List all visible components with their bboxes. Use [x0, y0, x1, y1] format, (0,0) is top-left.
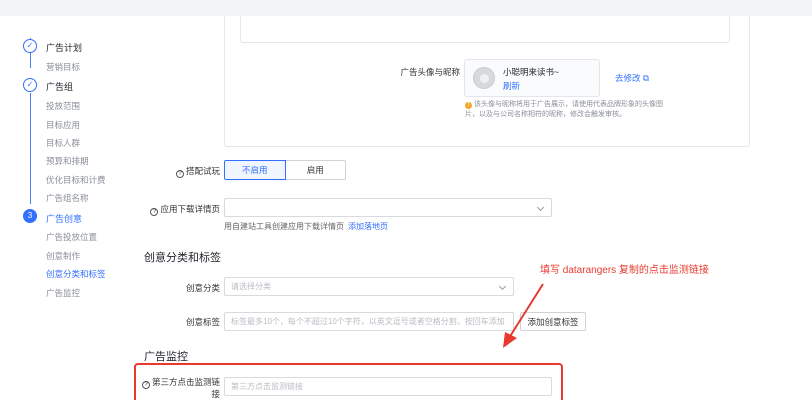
avatar-label: 广告头像与昵称: [400, 67, 460, 77]
tags-placeholder: 标签最多10个，每个不超过10个字符，以英文逗号或者空格分割，按回车添加: [231, 317, 505, 326]
download-page-helper-text: 用自建站工具创建应用下载详情页: [224, 222, 344, 231]
step-connector: [30, 93, 31, 204]
step-ad-creative[interactable]: 广告创意: [46, 212, 82, 225]
substep-marketing-goal[interactable]: 营销目标: [46, 61, 80, 73]
steps-nav: [0, 16, 130, 400]
download-page-label: ? 应用下载详情页: [130, 203, 220, 216]
category-select[interactable]: 请选择分类: [224, 277, 514, 296]
check-icon: ✓: [23, 39, 37, 53]
step-number-icon: 3: [23, 209, 37, 223]
trial-play-label: ? 搭配试玩: [150, 165, 220, 178]
tags-label: 创意标签: [185, 317, 220, 327]
monitor-section-title: 广告监控: [144, 351, 188, 363]
category-placeholder: 请选择分类: [231, 282, 271, 291]
refresh-link[interactable]: 刷新: [503, 80, 520, 92]
trial-play-toggle: 不启用 启用: [224, 160, 346, 180]
download-page-label-text: 应用下载详情页: [160, 204, 220, 214]
edit-avatar-link[interactable]: 去修改 ⧉: [615, 72, 649, 84]
substep-creative-production[interactable]: 创意制作: [46, 250, 80, 262]
top-bar: [0, 0, 812, 16]
download-page-select[interactable]: [224, 198, 552, 217]
annotation-text: 填写 datarangers 复制的点击监测链接: [540, 265, 709, 276]
step-ad-group[interactable]: 广告组: [46, 80, 73, 93]
substep-optimization-billing[interactable]: 优化目标和计费: [46, 174, 106, 186]
download-page-helper: 用自建站工具创建应用下载详情页 添加落地页: [224, 221, 388, 232]
substep-delivery-scope[interactable]: 投放范围: [46, 100, 80, 112]
substep-ad-monitoring[interactable]: 广告监控: [46, 287, 80, 299]
substep-target-app[interactable]: 目标应用: [46, 119, 80, 131]
question-icon: ?: [175, 170, 184, 178]
add-landing-page-link[interactable]: 添加落地页: [348, 222, 388, 231]
external-link-icon: ⧉: [642, 73, 649, 83]
chevron-down-icon: [536, 203, 545, 212]
annotation-arrow: [503, 283, 544, 348]
category-label: 创意分类: [185, 283, 220, 293]
substep-target-audience[interactable]: 目标人群: [46, 137, 80, 149]
trial-play-enable-button[interactable]: 启用: [285, 160, 346, 180]
substep-placement[interactable]: 广告投放位置: [46, 231, 97, 243]
step-ad-plan[interactable]: 广告计划: [46, 41, 82, 54]
creative-section-title: 创意分类和标签: [144, 252, 221, 264]
trial-play-label-text: 搭配试玩: [185, 166, 220, 176]
avatar: [473, 67, 495, 89]
check-icon: ✓: [23, 78, 37, 92]
highlight-box: [134, 363, 563, 400]
question-icon: ?: [150, 208, 159, 216]
warning-icon: !: [465, 102, 472, 109]
trial-play-disable-button[interactable]: 不启用: [224, 160, 286, 180]
substep-creative-tags[interactable]: 创意分类和标签: [46, 268, 106, 280]
substep-ad-group-name[interactable]: 广告组名称: [46, 192, 89, 204]
edit-avatar-label: 去修改: [615, 73, 641, 83]
substep-budget-schedule[interactable]: 预算和排期: [46, 155, 89, 167]
tags-input[interactable]: 标签最多10个，每个不超过10个字符，以英文逗号或者空格分割，按回车添加: [224, 312, 514, 331]
nickname: 小聪明来读书~: [503, 67, 559, 77]
avatar-preview: 小聪明来读书~ 刷新: [464, 59, 600, 97]
avatar-hint-text: 该头像与昵称将用于广告展示，请使用代表品牌形象的头像图片，以及与公司名称相符的昵…: [465, 101, 663, 118]
avatar-hint: ! 该头像与昵称将用于广告展示，请使用代表品牌形象的头像图片，以及与公司名称相符的…: [465, 100, 675, 120]
card-inner-panel: [240, 16, 730, 43]
